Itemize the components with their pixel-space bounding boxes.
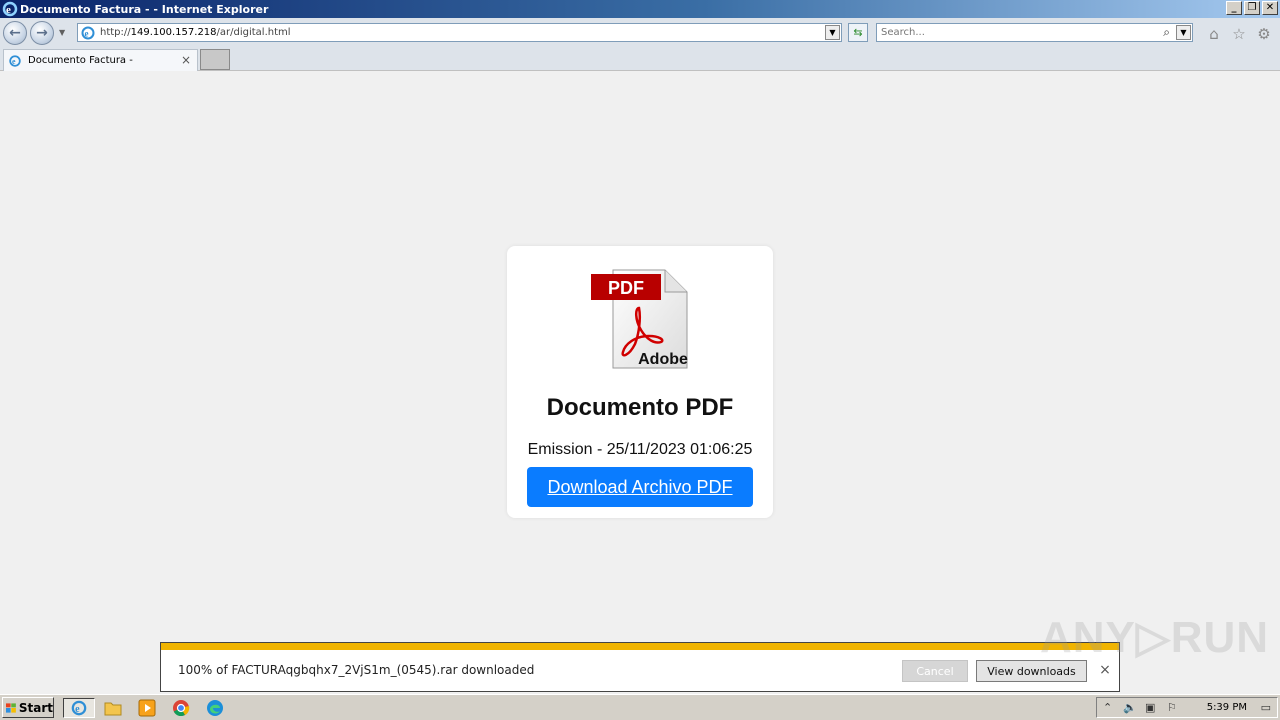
gear-icon[interactable]: ⚙: [1255, 25, 1273, 43]
network-icon[interactable]: ▣: [1145, 701, 1155, 714]
svg-text:e: e: [6, 4, 11, 16]
search-box[interactable]: ⌕ ▼: [876, 23, 1193, 42]
home-icon[interactable]: ⌂: [1205, 25, 1223, 43]
download-notification-bar: 100% of FACTURAqgbqhx7_2VjS1m_(0545).rar…: [160, 642, 1120, 692]
media-player-icon: [138, 699, 156, 717]
pdf-icon-label: PDF: [608, 278, 644, 298]
taskbar-edge-icon[interactable]: [202, 698, 228, 718]
minimize-button[interactable]: _: [1226, 1, 1242, 15]
tab-documento-factura[interactable]: e Documento Factura - ×: [3, 49, 198, 71]
adobe-icon-label: Adobe: [638, 351, 688, 368]
refresh-icon[interactable]: ⇆: [848, 23, 868, 42]
window-controls: _ ❐ ✕: [1226, 1, 1278, 15]
tab-close-icon[interactable]: ×: [181, 53, 191, 67]
download-progress-bar: [161, 643, 1119, 650]
ie-page-icon: e: [81, 26, 95, 39]
page-content: PDF Adobe Documento PDF Emission - 25/11…: [0, 72, 1280, 642]
system-tray: ⌃ 🔈 ▣ ⚐ 5:39 PM ▭: [1096, 697, 1278, 718]
cancel-button[interactable]: Cancel: [902, 660, 968, 682]
anyrun-watermark: ANY▷RUN: [1040, 613, 1270, 662]
forward-arrow-icon: →: [36, 25, 48, 41]
ie-icon: e: [71, 700, 87, 716]
history-dropdown-icon[interactable]: ▼: [59, 28, 65, 37]
taskbar-folder-icon[interactable]: [100, 698, 126, 718]
taskbar-clock: 5:39 PM: [1206, 702, 1247, 713]
new-tab-button[interactable]: [200, 49, 230, 70]
back-arrow-icon: ←: [9, 25, 21, 41]
document-title: Documento PDF: [546, 394, 734, 421]
address-url[interactable]: http://149.100.157.218/ar/digital.html: [100, 27, 291, 38]
document-card: PDF Adobe Documento PDF Emission - 25/11…: [507, 246, 773, 518]
chrome-icon: [173, 700, 190, 717]
download-status-text: 100% of FACTURAqgbqhx7_2VjS1m_(0545).rar…: [178, 663, 535, 677]
tab-bar: e Documento Factura - ×: [0, 46, 1280, 71]
ie-tab-icon: e: [9, 54, 21, 67]
ie-icon: e: [2, 1, 18, 17]
close-button[interactable]: ✕: [1262, 1, 1278, 15]
folder-icon: [104, 702, 122, 716]
download-pdf-button[interactable]: Download Archivo PDF: [527, 467, 753, 507]
start-label: Start: [18, 700, 53, 715]
navigation-bar: ← → ▼ e http://149.100.157.218/ar/digita…: [0, 18, 1280, 46]
favorites-star-icon[interactable]: ☆: [1230, 25, 1248, 43]
action-center-flag-icon[interactable]: ⚐: [1167, 701, 1177, 714]
view-downloads-button[interactable]: View downloads: [976, 660, 1087, 682]
windows-flag-icon: [6, 702, 16, 713]
volume-icon[interactable]: 🔈: [1123, 701, 1137, 714]
url-host: 149.100.157.218: [130, 27, 217, 38]
taskbar-media-player-icon[interactable]: [134, 698, 160, 718]
url-path: /ar/digital.html: [216, 27, 291, 38]
search-dropdown-icon[interactable]: ▼: [1176, 25, 1191, 40]
emission-date: Emission - 25/11/2023 01:06:25: [527, 441, 753, 458]
restore-button[interactable]: ❐: [1244, 1, 1260, 15]
tab-label: Documento Factura -: [28, 55, 133, 66]
svg-text:e: e: [12, 57, 16, 66]
url-scheme: http://: [100, 27, 131, 38]
forward-button[interactable]: →: [30, 21, 54, 45]
start-button[interactable]: Start: [2, 697, 54, 718]
svg-text:e: e: [75, 704, 80, 715]
taskbar-chrome-icon[interactable]: [168, 698, 194, 718]
edge-icon: [207, 700, 223, 716]
close-icon[interactable]: ×: [1097, 661, 1113, 679]
address-dropdown-icon[interactable]: ▼: [825, 25, 840, 40]
pdf-file-icon: PDF Adobe: [591, 269, 688, 369]
window-title: Documento Factura - - Internet Explorer: [20, 2, 269, 16]
taskbar-ie-icon[interactable]: e: [63, 698, 95, 718]
tray-expand-icon[interactable]: ⌃: [1103, 701, 1112, 714]
show-desktop-icon[interactable]: ▭: [1261, 701, 1271, 714]
taskbar: Start e ⌃ 🔈 ▣ ⚐ 5:39 PM ▭: [0, 694, 1280, 720]
svg-text:e: e: [85, 28, 89, 38]
window-titlebar[interactable]: e Documento Factura - - Internet Explore…: [0, 0, 1280, 18]
search-input[interactable]: [877, 27, 1147, 38]
back-button[interactable]: ←: [3, 21, 27, 45]
address-bar[interactable]: e http://149.100.157.218/ar/digital.html…: [77, 23, 842, 42]
search-icon[interactable]: ⌕: [1163, 25, 1170, 40]
